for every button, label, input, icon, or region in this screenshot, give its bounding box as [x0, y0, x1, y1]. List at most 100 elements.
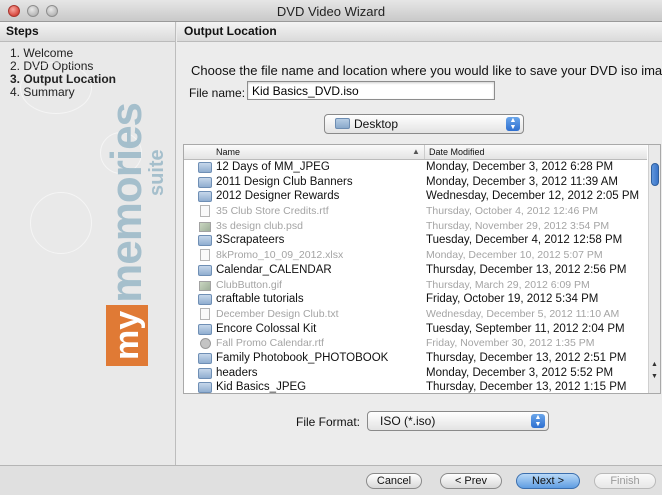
dropdown-stepper-icon: ▲ ▼	[506, 117, 520, 131]
output-location-panel: Output Location Choose the file name and…	[177, 22, 662, 465]
file-row[interactable]: Calendar_CALENDAR Thursday, December 13, …	[184, 263, 647, 278]
file-row[interactable]: ClubButton.gif Thursday, March 29, 2012 6…	[184, 278, 647, 293]
file-name: Fall Promo Calendar.rtf	[216, 337, 324, 350]
generic-file-icon	[200, 338, 211, 350]
file-name: headers	[216, 366, 258, 379]
date-modified-column-header[interactable]: Date Modified	[424, 145, 485, 159]
file-name: ClubButton.gif	[216, 278, 282, 291]
file-date-modified: Thursday, October 4, 2012 12:46 PM	[426, 205, 598, 218]
folder-icon	[198, 162, 212, 173]
document-icon	[200, 249, 210, 262]
file-row[interactable]: 3s design club.psd Thursday, November 29,…	[184, 219, 647, 234]
steps-sidebar: Steps 1. Welcome 2. DVD Options 3. Outpu…	[0, 22, 176, 465]
file-format-label: File Format:	[296, 415, 361, 429]
logo-my-mark: my	[106, 304, 148, 366]
file-date-modified: Tuesday, December 4, 2012 12:58 PM	[426, 234, 623, 247]
name-column-header[interactable]: Name	[216, 145, 240, 159]
file-name: December Design Club.txt	[216, 307, 339, 320]
location-value: Desktop	[354, 117, 399, 131]
sort-ascending-icon: ▲	[412, 147, 420, 156]
file-name: craftable tutorials	[216, 293, 304, 306]
file-row[interactable]: craftable tutorials Friday, October 19, 2…	[184, 292, 647, 307]
file-date-modified: Tuesday, September 11, 2012 2:04 PM	[426, 322, 625, 335]
decorative-swirl	[30, 192, 92, 254]
dropdown-stepper-icon: ▲ ▼	[531, 414, 545, 428]
file-row[interactable]: Kid Basics_JPEG Thursday, December 13, 20…	[184, 380, 647, 394]
file-format-dropdown[interactable]: ISO (*.iso) ▲ ▼	[367, 411, 549, 431]
button-bar: Cancel < Prev Next > Finish	[0, 465, 662, 495]
file-name: 8kPromo_10_09_2012.xlsx	[216, 249, 344, 262]
next-button[interactable]: Next >	[516, 473, 580, 489]
folder-icon	[198, 235, 212, 247]
file-name: 12 Days of MM_JPEG	[216, 161, 330, 173]
file-date-modified: Friday, November 30, 2012 1:35 PM	[426, 337, 595, 350]
dvd-video-wizard-window: DVD Video Wizard Steps 1. Welcome 2. DVD…	[0, 0, 662, 495]
file-date-modified: Friday, October 19, 2012 5:34 PM	[426, 293, 599, 306]
file-name: Calendar_CALENDAR	[216, 263, 332, 276]
file-name: 35 Club Store Credits.rtf	[216, 205, 329, 218]
column-header-bar: Name ▲ Date Modified	[184, 145, 647, 160]
file-row[interactable]: Family Photobook_PHOTOBOOK Thursday, Dece…	[184, 351, 647, 366]
file-row[interactable]: Encore Colossal Kit Tuesday, September 11…	[184, 322, 647, 337]
folder-icon	[198, 191, 212, 203]
title-bar: DVD Video Wizard	[0, 0, 662, 22]
finish-button[interactable]: Finish	[594, 473, 656, 489]
file-row[interactable]: 8kPromo_10_09_2012.xlsx Monday, December …	[184, 248, 647, 263]
file-date-modified: Monday, December 3, 2012 11:39 AM	[426, 175, 618, 188]
decorative-swirl	[20, 62, 92, 114]
file-name-label: File name:	[189, 86, 246, 100]
image-file-icon	[199, 280, 211, 291]
file-name: Family Photobook_PHOTOBOOK	[216, 351, 389, 364]
file-browser: Name ▲ Date Modified 12 Days of MM_JPEG M…	[183, 144, 661, 394]
panel-title: Output Location	[177, 22, 662, 42]
file-name: Encore Colossal Kit	[216, 322, 317, 335]
file-date-modified: Monday, December 3, 2012 6:28 PM	[426, 161, 614, 173]
document-icon	[200, 205, 210, 218]
file-row[interactable]: 2012 Designer Rewards Wednesday, December…	[184, 189, 647, 204]
logo-suite-wordmark: suite	[146, 149, 168, 196]
window-title: DVD Video Wizard	[276, 4, 386, 19]
file-list: 12 Days of MM_JPEG Monday, December 3, 20…	[184, 160, 647, 394]
file-name: 3Scrapateers	[216, 234, 285, 247]
folder-icon	[198, 176, 212, 188]
location-dropdown[interactable]: Desktop ▲ ▼	[324, 114, 524, 134]
file-name: 2012 Designer Rewards	[216, 190, 340, 203]
file-date-modified: Thursday, December 13, 2012 2:51 PM	[426, 351, 627, 364]
file-row[interactable]: 35 Club Store Credits.rtf Thursday, Octob…	[184, 204, 647, 219]
scroll-down-arrow-icon[interactable]: ▼	[651, 373, 658, 380]
cancel-button[interactable]: Cancel	[366, 473, 422, 489]
scrollbar-thumb[interactable]	[651, 163, 659, 186]
folder-icon	[198, 294, 212, 306]
file-date-modified: Thursday, December 13, 2012 2:56 PM	[426, 263, 627, 276]
folder-icon	[198, 382, 212, 393]
file-row[interactable]: headers Monday, December 3, 2012 5:52 PM	[184, 366, 647, 381]
file-name: 3s design club.psd	[216, 219, 303, 232]
file-name: Kid Basics_JPEG	[216, 381, 307, 394]
file-name-input[interactable]	[247, 81, 495, 100]
folder-icon	[198, 352, 212, 364]
steps-header: Steps	[0, 22, 175, 42]
file-date-modified: Wednesday, December 12, 2012 2:05 PM	[426, 190, 640, 203]
document-icon	[200, 307, 210, 320]
file-row[interactable]: December Design Club.txt Wednesday, Decem…	[184, 307, 647, 322]
file-date-modified: Monday, December 10, 2012 5:07 PM	[426, 249, 603, 262]
file-row[interactable]: 2011 Design Club Banners Monday, December…	[184, 175, 647, 190]
file-date-modified: Thursday, March 29, 2012 6:09 PM	[426, 278, 590, 291]
logo-memories-wordmark: memories	[102, 102, 151, 303]
file-name: 2011 Design Club Banners	[216, 175, 353, 188]
prev-button[interactable]: < Prev	[440, 473, 502, 489]
image-file-icon	[199, 221, 211, 232]
folder-icon	[335, 118, 350, 129]
instruction-text: Choose the file name and location where …	[191, 63, 662, 78]
file-row[interactable]: 12 Days of MM_JPEG Monday, December 3, 20…	[184, 160, 647, 175]
folder-icon	[198, 367, 212, 379]
file-date-modified: Monday, December 3, 2012 5:52 PM	[426, 366, 614, 379]
vertical-scrollbar[interactable]: ▲ ▼	[648, 145, 660, 393]
folder-icon	[198, 264, 212, 276]
file-date-modified: Thursday, December 13, 2012 1:15 PM	[426, 381, 627, 394]
file-row[interactable]: Fall Promo Calendar.rtf Friday, November …	[184, 336, 647, 351]
file-format-value: ISO (*.iso)	[380, 414, 436, 428]
file-row[interactable]: 3Scrapateers Tuesday, December 4, 2012 12…	[184, 233, 647, 248]
scroll-up-arrow-icon[interactable]: ▲	[651, 361, 658, 368]
file-date-modified: Thursday, November 29, 2012 3:54 PM	[426, 219, 610, 232]
